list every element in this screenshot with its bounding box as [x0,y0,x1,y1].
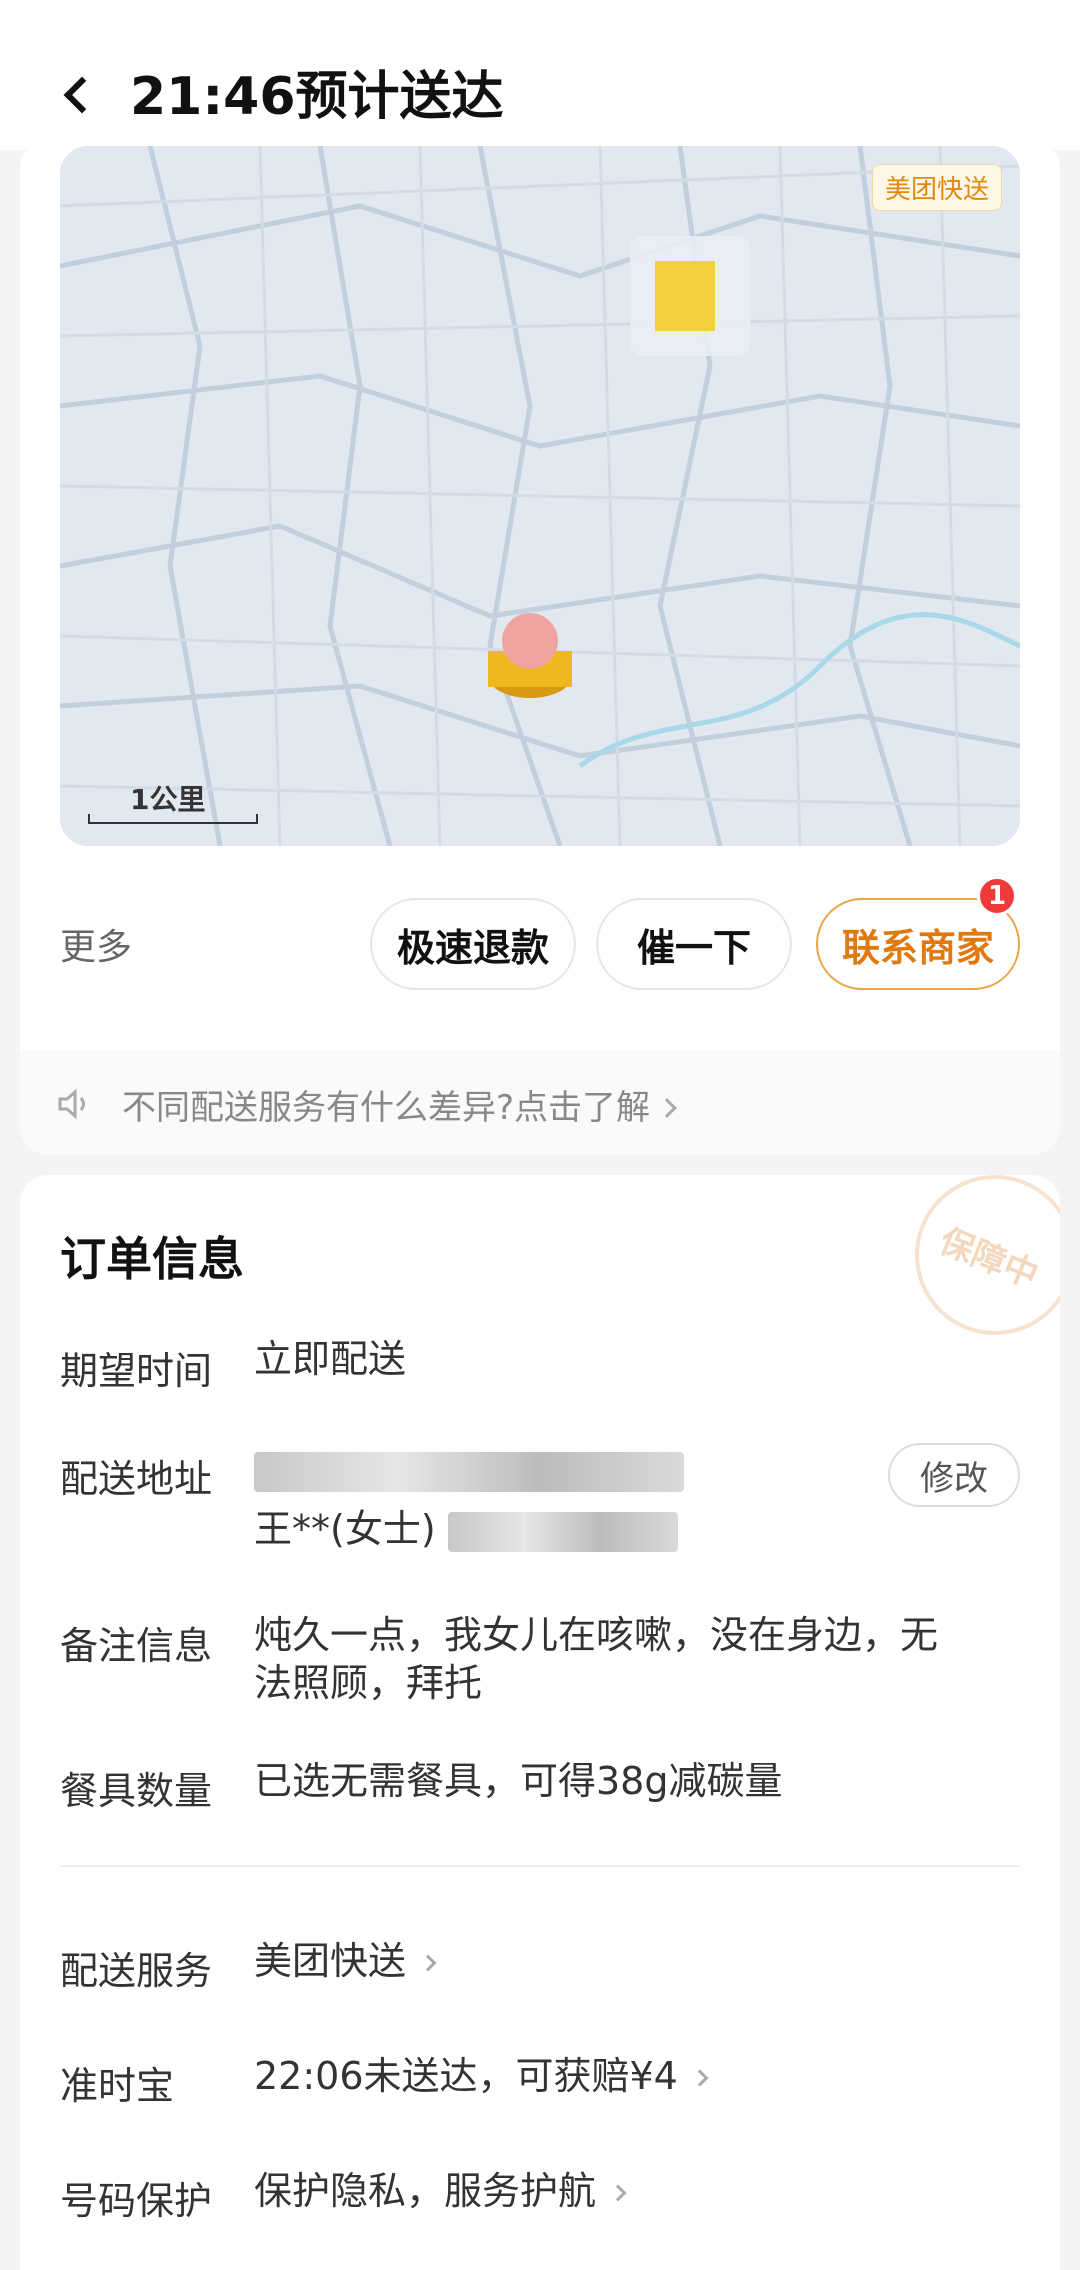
back-arrow-icon [63,76,101,114]
delivery-map[interactable]: 美团快送 1公里 [60,146,1020,846]
delivery-difference-tip[interactable]: 不同配送服务有什么差异?点击了解 [20,1050,1060,1155]
back-button[interactable] [55,60,105,130]
address-contact: 王**(女士) [254,1505,678,1553]
order-info-card: 保障中 订单信息 期望时间 立即配送 配送地址 王**(女士) 修改 备注信息 … [20,1175,1060,2270]
urge-button[interactable]: 催一下 [596,898,792,990]
address-label: 配送地址 [60,1457,213,1501]
privacy-label: 号码保护 [60,2179,213,2223]
delivery-card: 美团快送 1公里 更多 极速退款 催一下 联系商家 1 不同配送服务有什么差异?… [20,140,1060,1155]
header: 21:46预计送达 [0,0,1080,150]
tip-text: 不同配送服务有什么差异?点击了解 [122,1080,677,1129]
delivery-service-value[interactable]: 美团快送 [254,1937,437,1985]
ontime-value[interactable]: 22:06未送达，可获赔¥4 [254,2052,709,2100]
remark-label: 备注信息 [60,1624,213,1668]
more-button[interactable]: 更多 [60,918,132,970]
order-info-title: 订单信息 [60,1232,244,1286]
map-scale-bar [88,814,258,824]
chevron-right-icon [657,1098,677,1118]
address-line-blurred [254,1445,684,1493]
edit-address-button[interactable]: 修改 [888,1443,1020,1507]
map-service-badge: 美团快送 [871,164,1002,211]
expected-time-value: 立即配送 [254,1337,407,1381]
chevron-right-icon [609,2184,627,2202]
guarantee-stamp-icon: 保障中 [915,1175,1060,1335]
chevron-right-icon [419,1954,437,1972]
map-roads [60,146,1020,846]
remark-line-2: 法照顾，拜托 [254,1661,483,1705]
map-scale-label: 1公里 [130,783,206,816]
remark-line-1: 炖久一点，我女儿在咳嗽，没在身边，无 [254,1613,939,1657]
fast-refund-button[interactable]: 极速退款 [370,898,576,990]
delivery-service-label: 配送服务 [60,1949,213,1993]
page-title: 21:46预计送达 [130,67,504,127]
tableware-label: 餐具数量 [60,1769,213,1813]
divider [60,1865,1020,1867]
privacy-value[interactable]: 保护隐私，服务护航 [254,2167,627,2215]
expected-time-label: 期望时间 [60,1349,213,1393]
speaker-icon [58,1088,85,1120]
ontime-label: 准时宝 [60,2064,175,2108]
contact-unread-badge: 1 [977,876,1017,916]
tableware-value: 已选无需餐具，可得38g减碳量 [254,1759,783,1803]
chevron-right-icon [691,2069,709,2087]
